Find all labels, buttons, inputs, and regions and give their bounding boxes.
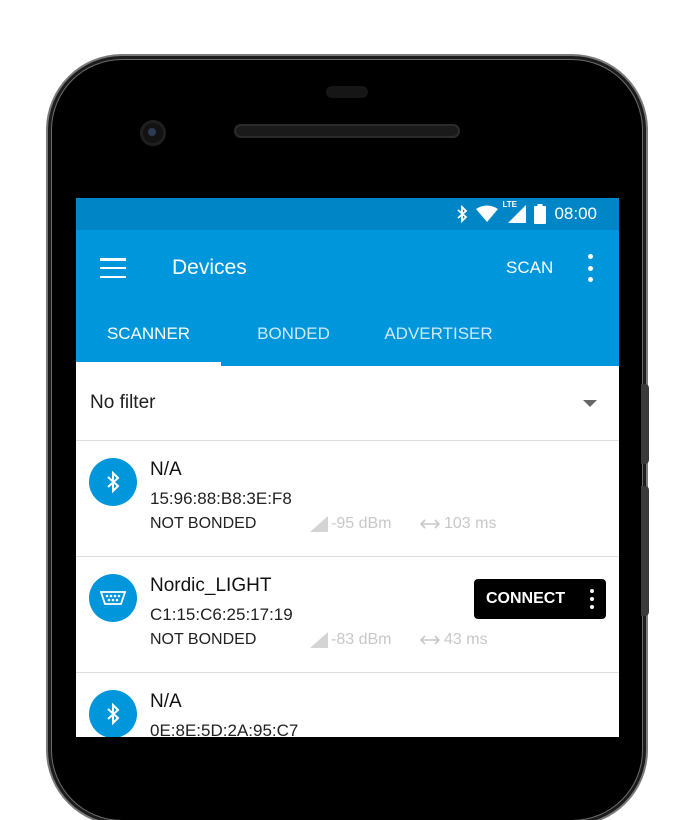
- device-name: Nordic_LIGHT: [150, 575, 272, 596]
- interval-arrows-icon: [420, 635, 440, 645]
- rssi-value: -95 dBm: [310, 515, 391, 533]
- advertising-interval: 43 ms: [420, 631, 488, 649]
- overflow-menu-icon[interactable]: [584, 254, 596, 282]
- interval-text: 103 ms: [444, 515, 497, 532]
- battery-icon: [534, 204, 547, 224]
- tab-bonded[interactable]: BONDED: [221, 306, 366, 366]
- hamburger-menu-icon[interactable]: [100, 258, 126, 278]
- bond-state: NOT BONDED: [150, 515, 257, 532]
- phone-volume-button: [641, 486, 649, 616]
- tab-scanner[interactable]: SCANNER: [76, 306, 221, 366]
- filter-selected-value: No filter: [90, 392, 156, 413]
- app-screen: LTE 08:00 Devices SCAN SCANNER BONDED AD…: [76, 198, 619, 737]
- dropdown-arrow-icon: [583, 400, 597, 407]
- page-title: Devices: [172, 256, 247, 279]
- connect-button[interactable]: CONNECT: [474, 579, 606, 619]
- device-list-item[interactable]: N/A 15:96:88:B8:3E:F8 NOT BONDED -95 dBm…: [76, 441, 619, 557]
- status-time: 08:00: [554, 204, 597, 223]
- advertising-interval: 103 ms: [420, 515, 496, 533]
- bond-state: NOT BONDED: [150, 631, 257, 648]
- bluetooth-icon: [457, 205, 468, 223]
- signal-strength-icon: [310, 632, 328, 648]
- connect-overflow-icon[interactable]: [590, 589, 594, 609]
- filter-dropdown[interactable]: No filter: [76, 366, 619, 441]
- front-camera: [140, 120, 166, 146]
- rssi-text: -95 dBm: [331, 515, 392, 532]
- scan-button[interactable]: SCAN: [506, 258, 553, 278]
- device-address: C1:15:C6:25:17:19: [150, 605, 293, 624]
- device-list-item[interactable]: Nordic_LIGHT C1:15:C6:25:17:19 NOT BONDE…: [76, 557, 619, 673]
- phone-side-button: [641, 384, 649, 464]
- connect-label: CONNECT: [486, 590, 566, 607]
- rssi-value: -83 dBm: [310, 631, 391, 649]
- device-list-item[interactable]: N/A 0E:8E:5D:2A:95:C7: [76, 673, 619, 737]
- interval-arrows-icon: [420, 519, 440, 529]
- serial-port-icon: [89, 574, 137, 622]
- wifi-icon: [476, 205, 499, 222]
- signal-strength-icon: [310, 516, 328, 532]
- bluetooth-icon: [89, 690, 137, 737]
- device-address: 0E:8E:5D:2A:95:C7: [150, 721, 299, 737]
- device-name: N/A: [150, 459, 182, 480]
- lte-signal-icon: LTE: [502, 200, 527, 223]
- lte-label: LTE: [502, 200, 517, 209]
- device-address: 15:96:88:B8:3E:F8: [150, 489, 292, 508]
- phone-earpiece: [234, 124, 460, 138]
- interval-text: 43 ms: [444, 631, 488, 648]
- status-bar: LTE 08:00: [76, 198, 619, 230]
- tab-bar: SCANNER BONDED ADVERTISER: [76, 306, 619, 366]
- app-bar: Devices SCAN: [76, 230, 619, 306]
- device-name: N/A: [150, 691, 182, 712]
- tab-advertiser[interactable]: ADVERTISER: [366, 306, 511, 366]
- bluetooth-icon: [89, 458, 137, 506]
- rssi-text: -83 dBm: [331, 631, 392, 648]
- phone-top-speaker: [326, 86, 368, 98]
